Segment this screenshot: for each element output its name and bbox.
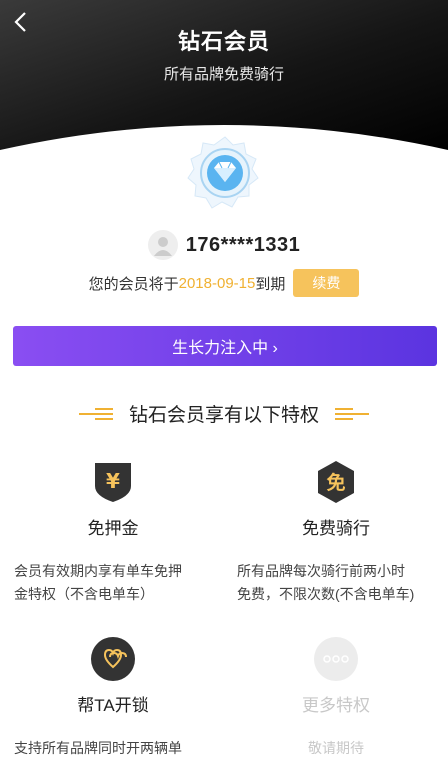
user-icon (153, 237, 172, 256)
expiry-prefix: 您的会员将于 (88, 275, 179, 293)
privileges-title: 钻石会员享有以下特权 (128, 405, 319, 426)
free-hexagon-icon: 免 (314, 460, 358, 504)
hearts-icon (91, 637, 135, 681)
privilege-more: 更多特权 (276, 637, 396, 716)
phone-number: 176****1331 (185, 233, 301, 256)
privilege-name: 免费骑行 (302, 519, 370, 538)
diamond-badge-icon (186, 135, 264, 213)
renew-button[interactable]: 续费 (293, 269, 360, 297)
growth-bar-button[interactable]: 生长力注入中 › (13, 326, 437, 366)
privileges-header: 钻石会员享有以下特权 (0, 400, 448, 427)
page-title: 钻石会员 (177, 29, 270, 54)
page-subtitle: 所有品牌免费骑行 (163, 66, 284, 83)
expiry-date: 2018-09-15 (178, 274, 256, 292)
more-dots-icon (314, 637, 358, 681)
privilege-name: 更多特权 (302, 696, 370, 715)
privilege-name: 帮TA开锁 (77, 696, 149, 715)
avatar (147, 230, 178, 260)
expiry-suffix: 到期 (255, 275, 286, 293)
svg-text:免: 免 (326, 471, 345, 494)
privilege-help-unlock[interactable]: 帮TA开锁 (53, 637, 173, 716)
privilege-deposit-free[interactable]: ¥ 免押金 (53, 460, 173, 539)
right-decoration-icon (335, 407, 369, 420)
privilege-free-ride[interactable]: 免 免费骑行 (276, 460, 396, 539)
user-info: 176****1331 (0, 230, 448, 260)
expiry-row: 您的会员将于 2018-09-15 到期 续费 (0, 269, 448, 297)
privilege-deposit-free-description: 会员有效期内享有单车免押 金特权（不含电单车） (14, 563, 182, 602)
svg-text:¥: ¥ (106, 469, 120, 493)
left-decoration-icon (78, 407, 113, 420)
yuan-shield-icon: ¥ (91, 460, 135, 504)
privilege-name: 免押金 (87, 519, 139, 538)
privilege-free-ride-description: 所有品牌每次骑行前两小时 免费，不限次数(不含电单车) (237, 563, 415, 602)
